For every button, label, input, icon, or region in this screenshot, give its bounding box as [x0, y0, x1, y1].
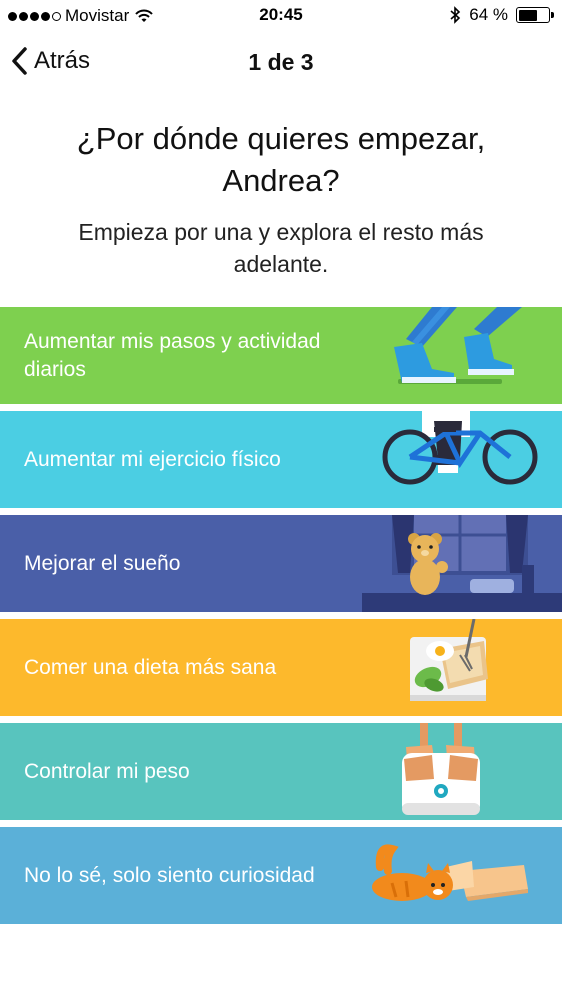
cat-with-box-icon [372, 844, 528, 901]
walking-legs-icon [394, 307, 522, 384]
bluetooth-icon [450, 6, 461, 24]
page-title: ¿Por dónde quieres empezar, Andrea? [76, 121, 486, 198]
page-subtitle: Empieza por una y explora el resto más a… [78, 219, 484, 277]
option-diet[interactable]: Comer una dieta más sana [0, 619, 562, 716]
status-bar: Movistar 20:45 64 % [0, 0, 562, 34]
teddy-bear-bedroom-icon [362, 515, 562, 612]
goal-options-list: Aumentar mis pasos y actividad diarios A… [0, 307, 562, 931]
option-label: Aumentar mi ejercicio físico [24, 447, 281, 471]
option-sleep[interactable]: Mejorar el sueño [0, 515, 562, 612]
option-exercise[interactable]: Aumentar mi ejercicio físico [0, 411, 562, 508]
navigation-bar: Atrás 1 de 3 [0, 34, 562, 94]
healthy-food-plate-icon [410, 619, 488, 701]
option-label: No lo sé, solo siento curiosidad [24, 863, 315, 887]
option-label: Aumentar mis pasos y actividad diarios [24, 329, 321, 381]
step-indicator: 1 de 3 [248, 49, 314, 75]
option-steps-activity[interactable]: Aumentar mis pasos y actividad diarios [0, 307, 562, 404]
battery-percentage: 64 % [469, 5, 508, 24]
option-label: Comer una dieta más sana [24, 655, 277, 679]
option-label: Mejorar el sueño [24, 551, 181, 575]
option-label: Controlar mi peso [24, 759, 190, 783]
weight-scale-icon [402, 723, 480, 815]
status-bar-right: 64 % [450, 5, 554, 25]
bicycle-icon [382, 411, 538, 485]
option-curious[interactable]: No lo sé, solo siento curiosidad [0, 827, 562, 924]
battery-icon [516, 7, 554, 23]
option-weight[interactable]: Controlar mi peso [0, 723, 562, 820]
battery-level [518, 9, 538, 21]
